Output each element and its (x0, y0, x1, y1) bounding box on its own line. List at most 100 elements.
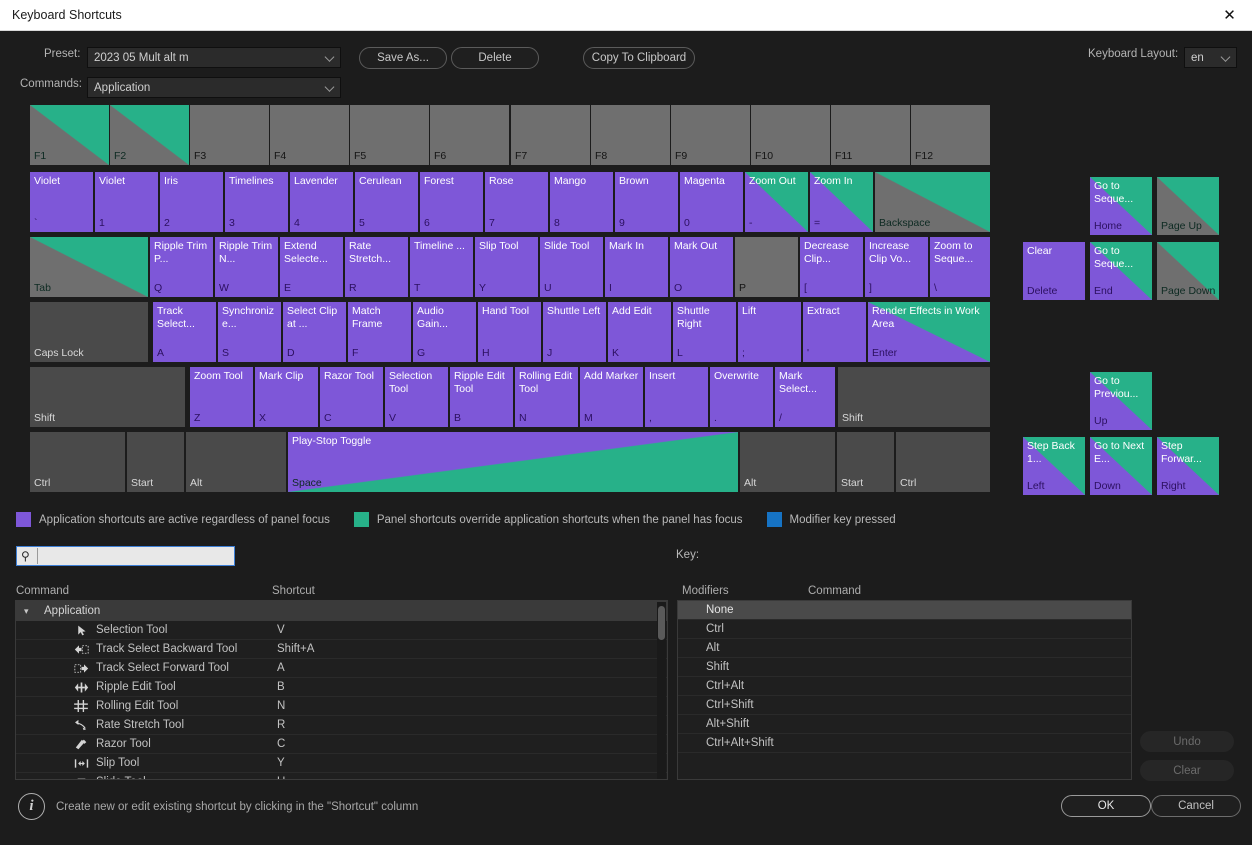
table-row[interactable]: Slip Tool Y (16, 754, 667, 773)
keyboard-key-[interactable]: Zoom Out - (745, 172, 808, 232)
table-row[interactable]: Selection Tool V (16, 621, 667, 640)
keyboard-key-8[interactable]: Mango 8 (550, 172, 613, 232)
modifier-row[interactable]: Ctrl+Alt+Shift (678, 734, 1131, 753)
keyboard-key-j[interactable]: Shuttle Left J (543, 302, 606, 362)
undo-button[interactable]: Undo (1140, 731, 1234, 752)
modifier-row[interactable]: Ctrl+Shift (678, 696, 1131, 715)
modifier-row[interactable]: None (678, 601, 1131, 620)
keyboard-key-f1[interactable]: F1 (30, 105, 109, 165)
keyboard-key-ctrl[interactable]: Ctrl (30, 432, 125, 492)
table-row[interactable]: Rolling Edit Tool N (16, 697, 667, 716)
clear-button[interactable]: Clear (1140, 760, 1234, 781)
cancel-button[interactable]: Cancel (1151, 795, 1241, 817)
keyboard-key-p[interactable]: P (735, 237, 798, 297)
keyboard-key-down[interactable]: Go to Next E... Down (1090, 437, 1152, 495)
keyboard-key-d[interactable]: Select Clip at ... D (283, 302, 346, 362)
keyboard-key-alt[interactable]: Alt (740, 432, 835, 492)
keyboard-key-7[interactable]: Rose 7 (485, 172, 548, 232)
close-icon[interactable]: ✕ (1207, 0, 1252, 31)
keyboard-key-right[interactable]: Step Forwar... Right (1157, 437, 1219, 495)
keyboard-key-space[interactable]: Play-Stop Toggle Space (288, 432, 738, 492)
keyboard-key-f10[interactable]: F10 (751, 105, 830, 165)
keyboard-key-[interactable]: Insert, (645, 367, 708, 427)
keyboard-key-caps-lock[interactable]: Caps Lock (30, 302, 148, 362)
shortcut-cell[interactable]: U (277, 776, 667, 779)
modifier-row[interactable]: Shift (678, 658, 1131, 677)
keyboard-key-3[interactable]: Timelines 3 (225, 172, 288, 232)
keyboard-key-f6[interactable]: F6 (430, 105, 509, 165)
keyboard-key-0[interactable]: Magenta 0 (680, 172, 743, 232)
table-row[interactable]: Track Select Backward Tool Shift+A (16, 640, 667, 659)
keyboard-key-f4[interactable]: F4 (270, 105, 349, 165)
keyboard-key-x[interactable]: Mark Clip X (255, 367, 318, 427)
keyboard-key-o[interactable]: Mark Out O (670, 237, 733, 297)
keyboard-key-e[interactable]: Extend Selecte... E (280, 237, 343, 297)
keyboard-key-f9[interactable]: F9 (671, 105, 750, 165)
keyboard-key-f3[interactable]: F3 (190, 105, 269, 165)
keyboard-key-end[interactable]: Go to Seque... End (1090, 242, 1152, 300)
keyboard-key-4[interactable]: Lavender 4 (290, 172, 353, 232)
modifier-row[interactable]: Alt (678, 639, 1131, 658)
commands-scrollbar[interactable] (657, 602, 666, 779)
keyboard-key-h[interactable]: Hand Tool H (478, 302, 541, 362)
table-row[interactable]: Rate Stretch Tool R (16, 716, 667, 735)
keyboard-key-home[interactable]: Go to Seque... Home (1090, 177, 1152, 235)
keyboard-key-shift[interactable]: Shift (30, 367, 185, 427)
commands-list[interactable]: ▾ Application Selection Tool V Track Selec… (15, 600, 668, 780)
copy-to-clipboard-button[interactable]: Copy To Clipboard (583, 47, 695, 69)
keyboard-key-i[interactable]: Mark In I (605, 237, 668, 297)
keyboard-key-backspace[interactable]: Backspace (875, 172, 990, 232)
shortcut-cell[interactable]: Y (277, 757, 667, 769)
keyboard-key-left[interactable]: Step Back 1... Left (1023, 437, 1085, 495)
shortcut-cell[interactable]: V (277, 624, 667, 636)
shortcut-column-header[interactable]: Shortcut (272, 585, 315, 597)
keyboard-key-n[interactable]: Rolling Edit Tool N (515, 367, 578, 427)
keyboard-key-[interactable]: Decrease Clip... [ (800, 237, 863, 297)
keyboard-key-start[interactable]: Start (127, 432, 184, 492)
keyboard-key-w[interactable]: Ripple Trim N... W (215, 237, 278, 297)
keyboard-key-f[interactable]: Match Frame F (348, 302, 411, 362)
keyboard-layout-select[interactable]: en (1184, 47, 1237, 68)
shortcut-cell[interactable]: C (277, 738, 667, 750)
keyboard-key-z[interactable]: Zoom Tool Z (190, 367, 253, 427)
keyboard-key-2[interactable]: Iris 2 (160, 172, 223, 232)
keyboard-key-6[interactable]: Forest 6 (420, 172, 483, 232)
preset-select[interactable]: 2023 05 Mult alt m (87, 47, 341, 68)
modifier-command-column-header[interactable]: Command (808, 585, 861, 597)
keyboard-key-t[interactable]: Timeline ... T (410, 237, 473, 297)
keyboard-key-start[interactable]: Start (837, 432, 894, 492)
keyboard-key-u[interactable]: Slide Tool U (540, 237, 603, 297)
search-box[interactable]: ⚲ (16, 546, 235, 566)
keyboard-key-f12[interactable]: F12 (911, 105, 990, 165)
keyboard-key-r[interactable]: Rate Stretch... R (345, 237, 408, 297)
keyboard-key-f11[interactable]: F11 (831, 105, 910, 165)
keyboard-key-alt[interactable]: Alt (186, 432, 286, 492)
keyboard-key-y[interactable]: Slip Tool Y (475, 237, 538, 297)
modifier-row[interactable]: Ctrl+Alt (678, 677, 1131, 696)
keyboard-key-[interactable]: Extract ' (803, 302, 866, 362)
modifiers-column-header[interactable]: Modifiers (682, 585, 729, 597)
shortcut-cell[interactable]: Shift+A (277, 643, 667, 655)
keyboard-key-5[interactable]: Cerulean 5 (355, 172, 418, 232)
keyboard-key-a[interactable]: Track Select... A (153, 302, 216, 362)
search-input[interactable] (37, 548, 230, 564)
keyboard-key-page-up[interactable]: Page Up (1157, 177, 1219, 235)
keyboard-key-[interactable]: Lift; (738, 302, 801, 362)
table-row[interactable]: Slide ToolU (16, 773, 667, 779)
keyboard-key-up[interactable]: Go to Previou... Up (1090, 372, 1152, 430)
save-as-button[interactable]: Save As... (359, 47, 447, 69)
keyboard-key-[interactable]: Violet ` (30, 172, 93, 232)
keyboard-key-l[interactable]: Shuttle Right L (673, 302, 736, 362)
commands-scroll-thumb[interactable] (658, 606, 665, 640)
keyboard-key-q[interactable]: Ripple Trim P... Q (150, 237, 213, 297)
keyboard-key-g[interactable]: Audio Gain... G (413, 302, 476, 362)
keyboard-key-[interactable]: Mark Select... / (775, 367, 835, 427)
keyboard-key-ctrl[interactable]: Ctrl (896, 432, 990, 492)
commands-column-header[interactable]: Command (16, 585, 69, 597)
keyboard-key-f8[interactable]: F8 (591, 105, 670, 165)
modifiers-list[interactable]: None Ctrl Alt Shift Ctrl+Alt Ctrl+Shift Alt+Sh… (677, 600, 1132, 780)
delete-preset-button[interactable]: Delete (451, 47, 539, 69)
keyboard-key-delete[interactable]: Clear Delete (1023, 242, 1085, 300)
keyboard-key-[interactable]: Increase Clip Vo...] (865, 237, 928, 297)
keyboard-key-enter[interactable]: Render Effects in Work Area Enter (868, 302, 990, 362)
